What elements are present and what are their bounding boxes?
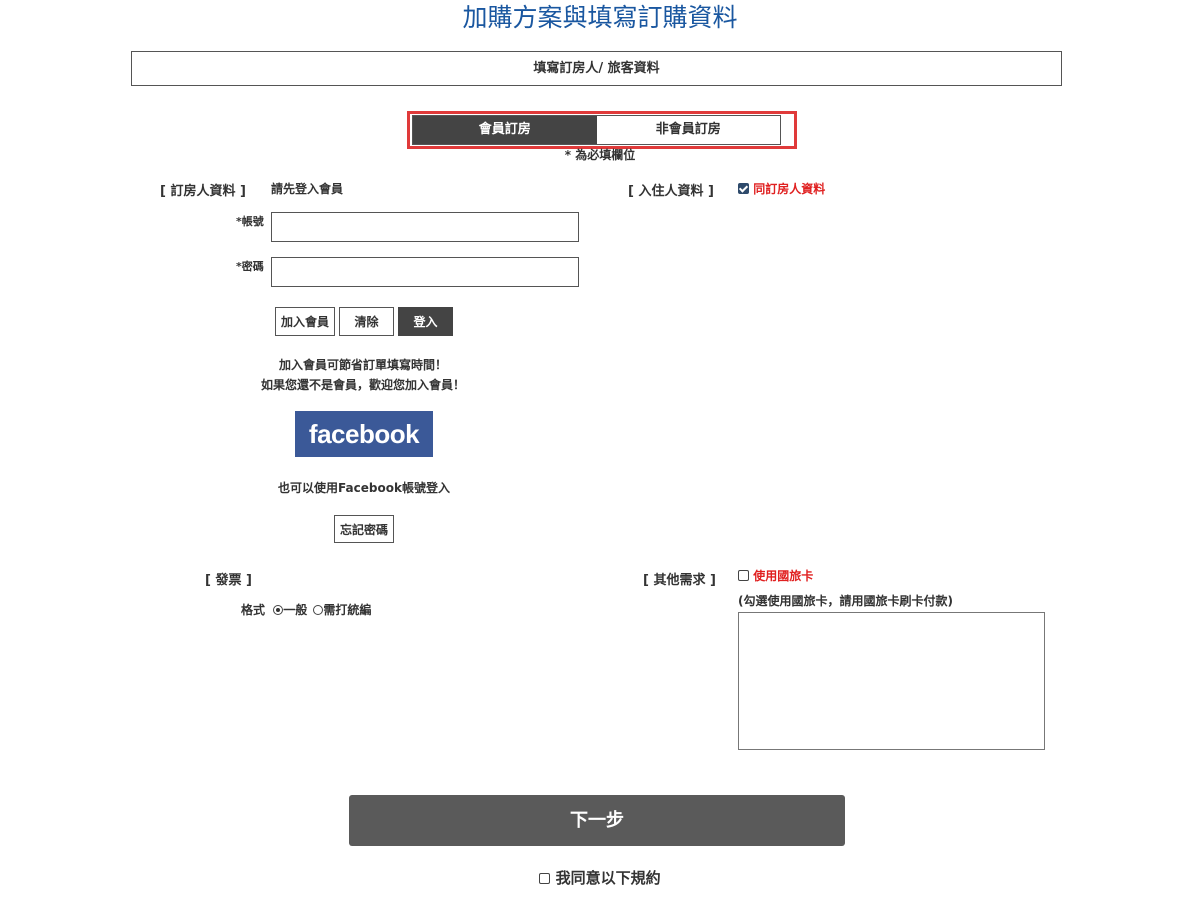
invoice-option-tax-id[interactable]: 需打統編 xyxy=(323,603,371,617)
tab-non-member-booking[interactable]: 非會員訂房 xyxy=(596,116,780,144)
facebook-login-button[interactable]: facebook xyxy=(295,411,433,457)
promo-line-1: 加入會員可節省訂單填寫時間！ xyxy=(278,358,447,372)
agree-checkbox-icon[interactable] xyxy=(539,873,551,884)
same-as-booker-option[interactable]: 同訂房人資料 xyxy=(738,180,825,197)
invoice-format-row: 格式 一般 需打統編 xyxy=(241,601,371,618)
invoice-format-label: 格式 xyxy=(241,603,266,617)
travel-card-option[interactable]: 使用國旅卡 xyxy=(738,567,813,584)
radio-selected-icon[interactable] xyxy=(273,605,284,615)
login-button[interactable]: 登入 xyxy=(398,307,453,336)
join-member-button[interactable]: 加入會員 xyxy=(275,307,335,336)
required-note: * 為必填欄位 xyxy=(564,148,636,162)
next-step-button[interactable]: 下一步 xyxy=(349,795,845,846)
checkbox-checked-icon[interactable] xyxy=(738,183,749,194)
page-title: 加購方案與填寫訂購資料 xyxy=(462,3,738,32)
guest-heading: [ 入住人資料 ] xyxy=(628,184,714,199)
other-heading: [ 其他需求 ] xyxy=(643,573,716,588)
section-title-bar: 填寫訂房人/ 旅客資料 xyxy=(131,51,1062,86)
password-label: *密碼 xyxy=(236,260,264,273)
invoice-heading: [ 發票 ] xyxy=(205,573,252,588)
same-as-booker-label: 同訂房人資料 xyxy=(753,182,826,196)
forgot-password-button[interactable]: 忘記密碼 xyxy=(334,515,394,543)
tab-member-booking[interactable]: 會員訂房 xyxy=(413,116,597,144)
booking-type-tabs: 會員訂房 非會員訂房 xyxy=(412,115,781,145)
clear-button[interactable]: 清除 xyxy=(339,307,394,336)
account-label: *帳號 xyxy=(236,215,264,228)
radio-unselected-icon[interactable] xyxy=(313,605,324,615)
booker-heading: [ 訂房人資料 ] xyxy=(160,184,246,199)
travel-card-label: 使用國旅卡 xyxy=(753,569,814,583)
facebook-note: 也可以使用Facebook帳號登入 xyxy=(278,481,450,495)
promo-line-2: 如果您還不是會員，歡迎您加入會員！ xyxy=(260,378,465,392)
password-input[interactable] xyxy=(271,257,579,287)
other-notes-textarea[interactable] xyxy=(738,612,1045,750)
checkbox-unchecked-icon[interactable] xyxy=(738,570,749,581)
account-input[interactable] xyxy=(271,212,579,242)
agree-terms-option[interactable]: 我同意以下規約 xyxy=(0,867,1200,888)
login-prompt: 請先登入會員 xyxy=(271,182,344,196)
travel-card-note: (勾選使用國旅卡，請用國旅卡刷卡付款) xyxy=(738,594,953,608)
agree-terms-label: 我同意以下規約 xyxy=(555,869,661,887)
invoice-option-general[interactable]: 一般 xyxy=(283,603,307,617)
